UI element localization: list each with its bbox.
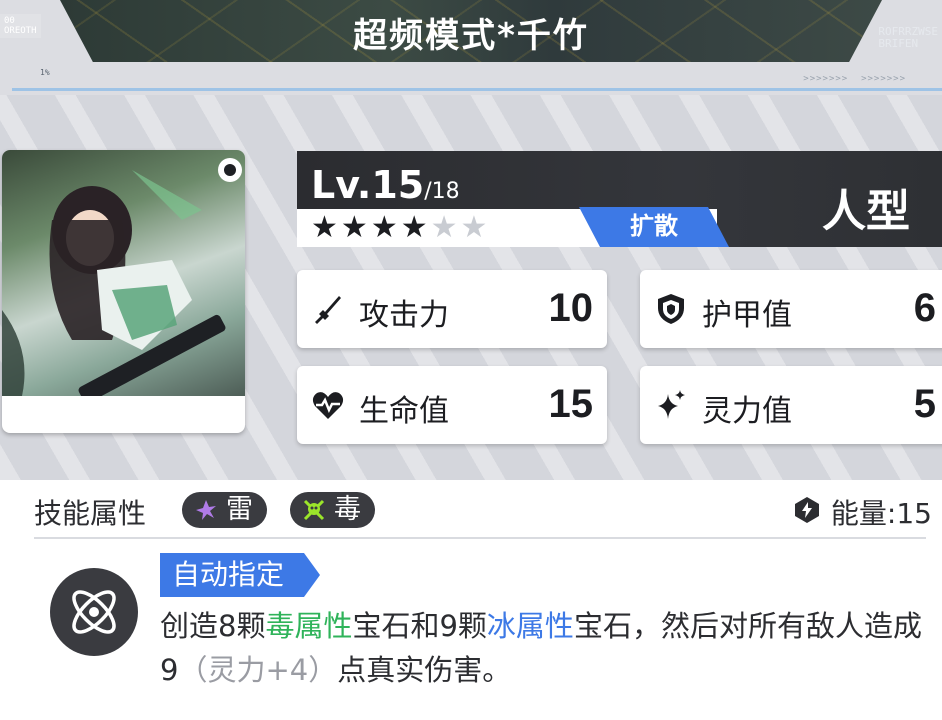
stat-value: 15 bbox=[548, 382, 594, 426]
star-empty-icon: ★ bbox=[460, 211, 491, 244]
star-icon: ★ bbox=[311, 211, 341, 244]
top-banner: 00 OREOTH 超频模式*千竹 ROFRRZWSE BRIFEN 1% >>… bbox=[0, 0, 942, 95]
stat-value: 5 bbox=[913, 382, 936, 426]
desc-scaling: （灵力+4） bbox=[178, 653, 338, 687]
skill-section-title: 技能属性 bbox=[34, 497, 147, 530]
energy-icon bbox=[794, 497, 819, 523]
desc-text: 点真实伤害。 bbox=[337, 653, 512, 687]
banner-arrows: >>>>>>> >>>>>>> bbox=[803, 74, 906, 84]
page-title: 超频模式*千竹 bbox=[353, 16, 589, 56]
stat-attack: 攻击力 10 bbox=[297, 270, 607, 348]
atom-icon bbox=[72, 590, 116, 634]
star-empty-icon: ★ bbox=[430, 211, 461, 244]
banner-code-right: ROFRRZWSE BRIFEN bbox=[878, 25, 938, 50]
desc-poison-keyword: 毒属性 bbox=[265, 609, 353, 643]
desc-text: 创造8颗 bbox=[160, 609, 266, 643]
star-icon: ★ bbox=[370, 211, 401, 244]
sword-icon bbox=[315, 296, 341, 324]
energy-text: 能量:15 bbox=[830, 497, 932, 530]
desc-ice-keyword: 冰属性 bbox=[486, 609, 574, 643]
banner-tag: 1% bbox=[40, 68, 50, 77]
stat-label: 护甲值 bbox=[702, 298, 792, 333]
stat-value: 6 bbox=[913, 286, 936, 330]
stat-label: 灵力值 bbox=[702, 394, 792, 429]
skill-description: 创造8颗毒属性宝石和9颗冰属性宝石，然后对所有敌人造成9（灵力+4）点真实伤害。 bbox=[160, 604, 930, 692]
stat-value: 10 bbox=[548, 286, 594, 330]
attribute-label: 毒 bbox=[334, 494, 361, 525]
skill-attributes-row: 技能属性 雷 毒 能量:15 bbox=[34, 488, 932, 534]
level-max: /18 bbox=[424, 179, 460, 204]
stat-hp: 生命值 15 bbox=[297, 366, 607, 444]
star-rating: ★★★★★★ bbox=[311, 211, 490, 245]
energy-cost: 能量:15 bbox=[793, 492, 932, 532]
target-tag: 自动指定 bbox=[160, 553, 320, 597]
level-panel: Lv.15/18 人型 ★★★★★★ 扩散 bbox=[297, 151, 942, 247]
thunder-icon bbox=[196, 500, 216, 520]
attribute-label: 雷 bbox=[226, 494, 253, 525]
banner-divider bbox=[12, 88, 942, 91]
poison-icon bbox=[303, 499, 325, 521]
character-portrait-card[interactable] bbox=[2, 150, 245, 433]
level-value: Lv.15 bbox=[311, 163, 425, 207]
heart-icon bbox=[312, 392, 344, 419]
character-portrait bbox=[2, 150, 245, 396]
element-tag: 扩散 bbox=[579, 207, 729, 247]
desc-text: 宝石和9颗 bbox=[352, 609, 487, 643]
character-type: 人型 bbox=[822, 186, 910, 237]
sparkle-icon bbox=[658, 390, 685, 419]
skill-icon[interactable] bbox=[50, 568, 138, 656]
attribute-chip-poison[interactable]: 毒 bbox=[290, 492, 375, 528]
shield-icon bbox=[658, 294, 684, 324]
stat-armor: 护甲值 6 bbox=[640, 270, 942, 348]
attribute-chip-thunder[interactable]: 雷 bbox=[182, 492, 267, 528]
level-text: Lv.15/18 bbox=[311, 163, 460, 207]
star-icon: ★ bbox=[340, 211, 371, 244]
stat-spirit: 灵力值 5 bbox=[640, 366, 942, 444]
divider bbox=[34, 537, 926, 539]
stat-label: 生命值 bbox=[359, 394, 449, 429]
star-icon: ★ bbox=[400, 211, 431, 244]
stat-label: 攻击力 bbox=[359, 298, 449, 333]
